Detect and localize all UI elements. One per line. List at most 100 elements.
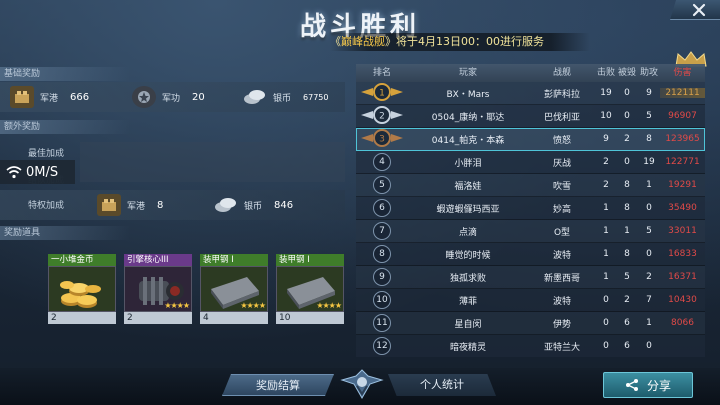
header-damage: 伤害 bbox=[673, 68, 692, 78]
privilege-bonus-row: 特权加成 军港 8 银币 846 bbox=[0, 190, 345, 220]
reward-value: 666 bbox=[70, 91, 90, 103]
rank-number: 7 bbox=[373, 222, 391, 240]
assists-value: 5 bbox=[646, 226, 652, 236]
tab-personal-stats[interactable]: 个人统计 bbox=[388, 374, 496, 396]
reward-label: 军功 bbox=[162, 93, 181, 104]
reward-item-engine-core[interactable]: 引擎核心III ★★★★ 2 bbox=[124, 254, 192, 324]
player-name: 0414_帕克・本森 bbox=[431, 135, 505, 146]
table-row[interactable]: 3 0414_帕克・本森 愤怒 9 2 8 123965 bbox=[356, 128, 705, 151]
player-name: 睡觉的时候 bbox=[445, 250, 491, 261]
rank-cell: 2 bbox=[356, 105, 408, 127]
player-name: BX・Mars bbox=[446, 89, 490, 100]
rank-number: 11 bbox=[373, 314, 391, 332]
deaths-value: 2 bbox=[624, 295, 630, 305]
share-button[interactable]: 分享 bbox=[603, 372, 693, 398]
item-count: 4 bbox=[200, 312, 268, 324]
rank-cell: 11 bbox=[356, 314, 408, 332]
reward-silver: 银币 67750 bbox=[243, 85, 328, 109]
damage-value: 16371 bbox=[668, 272, 697, 282]
network-speed: 0M/S bbox=[26, 164, 59, 180]
rank-cell: 5 bbox=[356, 176, 408, 194]
rank-medal-icon: 1 bbox=[361, 82, 403, 101]
ranking-header: 排名 玩家 战舰 击败 被毁 助攻 伤害 bbox=[356, 64, 705, 82]
kills-value: 2 bbox=[603, 157, 609, 167]
assists-value: 2 bbox=[646, 272, 652, 282]
player-name: 福洛娃 bbox=[454, 181, 482, 192]
rank-cell: 10 bbox=[356, 291, 408, 309]
port-icon bbox=[10, 86, 34, 108]
table-row[interactable]: 8 睡觉的时候 波特 1 8 0 16833 bbox=[356, 243, 705, 266]
rank-medal-icon: 3 bbox=[361, 128, 403, 147]
rank-cell: 1 bbox=[356, 82, 408, 104]
network-speed-badge: 0M/S bbox=[0, 160, 75, 184]
header-rank: 排名 bbox=[372, 68, 391, 78]
kills-value: 19 bbox=[600, 88, 612, 98]
ship-name: 愤怒 bbox=[552, 135, 571, 146]
item-name: 装甲钢 I bbox=[276, 254, 344, 266]
table-row[interactable]: 4 小胖泪 厌战 2 0 19 122771 bbox=[356, 151, 705, 174]
table-row[interactable]: 12 暗夜精灵 亚特兰大 0 6 0 bbox=[356, 335, 705, 357]
tab-reward-settlement[interactable]: 奖励结算 bbox=[222, 374, 334, 396]
reward-merit: 军功 20 bbox=[132, 85, 205, 109]
header-assists: 助攻 bbox=[639, 68, 658, 78]
kills-value: 9 bbox=[603, 134, 609, 144]
close-button[interactable] bbox=[670, 0, 720, 20]
reward-label: 军港 bbox=[127, 201, 146, 212]
reward-value: 20 bbox=[192, 91, 205, 103]
navy-emblem-icon bbox=[340, 369, 384, 400]
port-icon bbox=[97, 194, 121, 216]
table-row[interactable]: 5 福洛娃 吹雪 2 8 1 19291 bbox=[356, 174, 705, 197]
kills-value: 1 bbox=[603, 249, 609, 259]
item-name: 一小堆金币 bbox=[48, 254, 116, 266]
damage-value: 35490 bbox=[668, 203, 697, 213]
deaths-value: 8 bbox=[624, 249, 630, 259]
deaths-value: 8 bbox=[624, 180, 630, 190]
ship-name: 厌战 bbox=[552, 158, 571, 169]
ship-name: 波特 bbox=[552, 296, 571, 307]
section-basic-rewards: 基础奖励 bbox=[0, 67, 130, 81]
item-count: 2 bbox=[48, 312, 116, 324]
ship-name: 巴伐利亚 bbox=[543, 112, 580, 123]
wifi-icon bbox=[6, 166, 22, 179]
privilege-port: 军港 8 bbox=[97, 193, 163, 217]
silver-coin-icon bbox=[243, 86, 267, 108]
ship-name: 吹雪 bbox=[552, 181, 571, 192]
privilege-bonus-label: 特权加成 bbox=[28, 201, 65, 211]
kills-value: 1 bbox=[603, 203, 609, 213]
notice-suffix: 》将于4月13日00：00进行服务 bbox=[385, 35, 544, 48]
deaths-value: 1 bbox=[624, 226, 630, 236]
ship-name: 新墨西哥 bbox=[543, 273, 580, 284]
damage-value: 33011 bbox=[668, 226, 697, 236]
damage-value: 19291 bbox=[668, 180, 697, 190]
item-frame bbox=[48, 266, 116, 312]
assists-value: 5 bbox=[646, 111, 652, 121]
table-row[interactable]: 6 蝦遊蝦儸玛西亚 妙高 1 8 0 35490 bbox=[356, 197, 705, 220]
assists-value: 19 bbox=[643, 157, 655, 167]
rank-number: 5 bbox=[373, 176, 391, 194]
privilege-silver: 银币 846 bbox=[214, 193, 293, 217]
table-row[interactable]: 1 BX・Mars 彭萨科拉 19 0 9 212111 bbox=[356, 82, 705, 105]
deaths-value: 5 bbox=[624, 272, 630, 282]
rank-number: 1 bbox=[379, 88, 385, 98]
reward-item-gold-coins[interactable]: 一小堆金币 2 bbox=[48, 254, 116, 324]
ship-name: 波特 bbox=[552, 250, 571, 261]
gold-coins-icon bbox=[60, 281, 101, 308]
header-ship: 战舰 bbox=[552, 68, 571, 78]
kills-value: 0 bbox=[603, 295, 609, 305]
player-name: 星自闵 bbox=[454, 319, 482, 330]
table-row[interactable]: 9 独孤求败 新墨西哥 1 5 2 16371 bbox=[356, 266, 705, 289]
damage-value: 16833 bbox=[668, 249, 697, 259]
reward-item-armor-steel[interactable]: 装甲钢 I ★★★★ 10 bbox=[276, 254, 344, 324]
table-row[interactable]: 7 点滴 O型 1 1 5 33011 bbox=[356, 220, 705, 243]
silver-coin-icon bbox=[214, 194, 238, 216]
rank-number: 12 bbox=[373, 337, 391, 355]
ranking-table: 排名 玩家 战舰 击败 被毁 助攻 伤害 1 BX・Mars 彭萨科拉 19 0 9 212… bbox=[356, 64, 705, 357]
table-row[interactable]: 2 0504_康纳・耶达 巴伐利亚 10 0 5 96907 bbox=[356, 105, 705, 128]
header-deaths: 被毁 bbox=[617, 68, 636, 78]
table-row[interactable]: 10 薄菲 波特 0 2 7 10430 bbox=[356, 289, 705, 312]
reward-item-armor-steel[interactable]: 装甲钢 I ★★★★ 4 bbox=[200, 254, 268, 324]
rank-cell: 9 bbox=[356, 268, 408, 286]
rank-cell: 6 bbox=[356, 199, 408, 217]
player-name: 0504_康纳・耶达 bbox=[431, 112, 505, 123]
table-row[interactable]: 11 星自闵 伊势 0 6 1 8066 bbox=[356, 312, 705, 335]
